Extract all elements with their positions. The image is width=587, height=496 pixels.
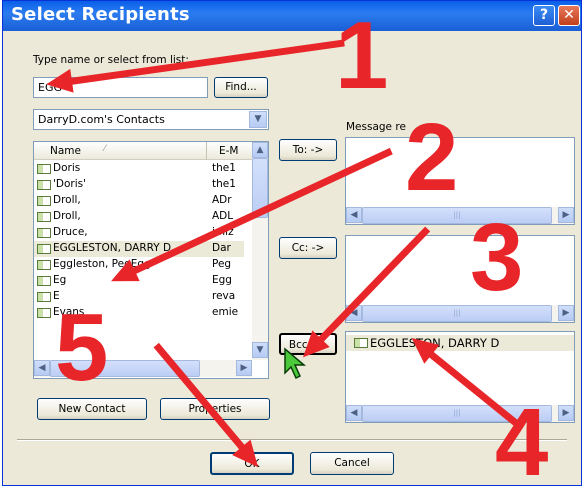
contact-card-icon [37,308,51,318]
chevron-down-icon[interactable]: ▼ [249,111,267,128]
contact-row-selected[interactable]: EGGLESTON, DARRY D Dar [34,241,244,257]
contact-card-icon [37,276,51,286]
contact-name: Droll, [53,194,81,206]
contact-name: Eg [53,274,67,286]
bcc-entry[interactable]: EGGLESTON, DARRY D [346,335,574,351]
vertical-scrollbar[interactable]: ▲ ▼ [252,142,268,360]
annotation-number-1: 1 [335,2,389,109]
cancel-button[interactable]: Cancel [310,452,394,475]
cc-button[interactable]: Cc: -> [279,237,337,259]
close-button[interactable]: ✕ [558,5,580,26]
contact-card-icon [37,228,51,238]
annotation-number-5: 5 [55,294,109,401]
scroll-right-icon[interactable]: ▶ [558,305,574,321]
scroll-down-icon[interactable]: ▼ [252,342,268,358]
contact-card-icon [37,212,51,222]
contact-name: 'Doris' [53,178,86,190]
scroll-left-icon[interactable]: ◀ [346,207,362,223]
scroll-left-icon[interactable]: ◀ [34,360,50,376]
contact-name: Droll, [53,210,81,222]
contact-card-icon [37,180,51,190]
contact-row[interactable]: Droll, ADL [34,209,244,225]
contact-email: Dar [212,242,231,254]
to-button[interactable]: To: -> [279,139,337,161]
help-button[interactable]: ? [533,5,555,26]
new-contact-button[interactable]: New Contact [37,398,147,420]
window-title: Select Recipients [11,4,190,25]
contact-name: Doris [53,162,81,174]
scroll-up-icon[interactable]: ▲ [252,142,268,158]
contact-row[interactable]: 'Doris' the1 [34,177,244,193]
scroll-thumb[interactable]: ||| [362,305,552,322]
contact-card-icon [37,196,51,206]
contact-row[interactable]: Droll, ADr [34,193,244,209]
column-divider [206,142,207,160]
contact-card-icon [37,244,51,254]
contact-email: Peg [212,258,232,270]
sort-ascending-icon: ⁄ [104,144,106,154]
title-bar: Select Recipients ? ✕ [3,1,581,31]
to-recipients-list[interactable]: ◀ ||| ▶ [345,137,575,225]
contact-email: Egg [212,274,232,286]
contact-email: reva [212,290,236,302]
contact-card-icon [354,338,368,348]
address-book-value: DarryD.com's Contacts [38,113,165,126]
column-header-email[interactable]: E-M [219,145,238,157]
scroll-left-icon[interactable]: ◀ [346,405,362,421]
annotation-number-4: 4 [495,389,549,496]
scroll-right-icon[interactable]: ▶ [236,360,252,376]
contact-name: Druce, [53,226,88,238]
contact-email: the1 [212,178,236,190]
horizontal-scrollbar[interactable]: ◀ ||| ▶ [346,207,574,224]
horizontal-scrollbar[interactable]: ◀ ||| ▶ [346,305,574,322]
scroll-right-icon[interactable]: ▶ [558,405,574,421]
column-header-name[interactable]: Name [50,145,81,157]
contact-row[interactable]: Doris the1 [34,161,244,177]
contact-email: emie [212,306,239,318]
contact-card-icon [37,260,51,270]
address-book-select[interactable]: DarryD.com's Contacts ▼ [33,109,269,130]
annotation-number-3: 3 [470,204,524,311]
annotation-number-2: 2 [405,104,459,211]
message-recipients-label: Message re [346,121,406,133]
contact-card-icon [37,292,51,302]
contact-list-header: Name ⁄ E-M [34,142,252,160]
contact-email: ADr [212,194,232,206]
footer-divider [17,439,567,441]
contact-card-icon [37,164,51,174]
contact-email: the1 [212,162,236,174]
contact-name: EGGLESTON, DARRY D [53,242,172,254]
find-button[interactable]: Find... [214,77,268,98]
scroll-right-icon[interactable]: ▶ [558,207,574,223]
